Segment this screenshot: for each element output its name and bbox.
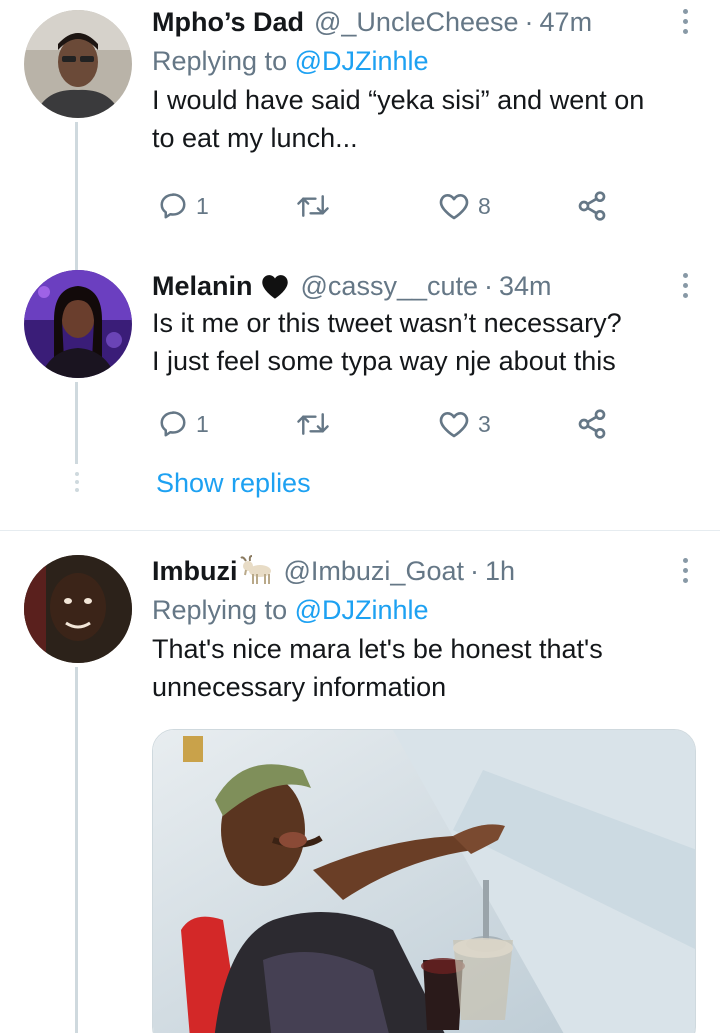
share-icon	[576, 408, 608, 440]
share-button[interactable]	[576, 186, 608, 226]
mention-link[interactable]: @DJZinhle	[295, 595, 429, 625]
tweet-header: Imbuzi @Imbuzi_Goat · 1h	[152, 553, 700, 589]
speech-bubble-icon	[158, 191, 188, 221]
thread-line	[75, 260, 78, 270]
tweet-2[interactable]: Melanin @cassy__cute · 34m Is it me or t…	[0, 260, 720, 530]
thread-dots	[74, 472, 79, 496]
separator: ·	[484, 271, 494, 301]
goat-icon	[239, 555, 274, 587]
thread-line	[75, 382, 78, 464]
display-name[interactable]: Melanin	[152, 268, 253, 304]
user-handle[interactable]: @_UncleCheese	[314, 4, 519, 40]
retweet-icon	[296, 191, 330, 221]
display-name[interactable]: Mpho’s Dad	[152, 4, 304, 40]
like-button[interactable]: 8	[438, 186, 491, 226]
separator: ·	[524, 7, 534, 37]
tweet-media-image[interactable]	[152, 729, 696, 1033]
tweet-text: I would have said “yeka sisi” and went o…	[152, 81, 700, 157]
tweet-text: That's nice mara let's be honest that's …	[152, 630, 700, 706]
more-vertical-icon[interactable]	[670, 4, 700, 38]
retweet-button[interactable]	[296, 404, 338, 444]
tweet-text-line: Is it me or this tweet wasn’t necessary?	[152, 308, 622, 338]
reply-button[interactable]: 1	[158, 186, 209, 226]
heart-icon	[438, 409, 470, 439]
tweet-header: Mpho’s Dad @_UncleCheese · 47m	[152, 4, 700, 40]
thread-line	[75, 667, 78, 1033]
reply-count: 1	[196, 192, 209, 219]
replying-prefix: Replying to	[152, 595, 295, 625]
user-handle[interactable]: @cassy__cute	[301, 268, 479, 304]
tweet-text-line: I just feel some typa way nje about this	[152, 346, 616, 376]
replying-to: Replying to @DJZinhle	[152, 592, 700, 628]
tweet-1[interactable]: Mpho’s Dad @_UncleCheese · 47m Replying …	[0, 0, 720, 260]
retweet-button[interactable]	[296, 186, 338, 226]
avatar[interactable]	[24, 555, 132, 663]
thread-line	[75, 122, 78, 260]
tweet-header: Melanin @cassy__cute · 34m	[152, 268, 700, 304]
timestamp[interactable]: 34m	[499, 268, 552, 304]
tweet-actions: 1 8	[152, 186, 622, 226]
timestamp[interactable]: 47m	[540, 4, 593, 40]
replying-prefix: Replying to	[152, 46, 295, 76]
speech-bubble-icon	[158, 409, 188, 439]
tweet-text-line: That's nice mara let's be honest that's	[152, 634, 603, 664]
display-name[interactable]: Imbuzi	[152, 553, 238, 589]
tweet-actions: 1 3	[152, 404, 622, 444]
share-button[interactable]	[576, 404, 608, 444]
more-vertical-icon[interactable]	[670, 553, 700, 587]
tweet-text-line: to eat my lunch...	[152, 123, 358, 153]
user-handle[interactable]: @Imbuzi_Goat	[284, 553, 464, 589]
heart-icon	[438, 191, 470, 221]
replying-to: Replying to @DJZinhle	[152, 43, 700, 79]
more-vertical-icon[interactable]	[670, 268, 700, 302]
mention-link[interactable]: @DJZinhle	[295, 46, 429, 76]
avatar[interactable]	[24, 10, 132, 118]
retweet-icon	[296, 409, 330, 439]
separator: ·	[469, 556, 479, 586]
reply-button[interactable]: 1	[158, 404, 209, 444]
like-count: 3	[478, 410, 491, 437]
reply-count: 1	[196, 410, 209, 437]
like-button[interactable]: 3	[438, 404, 491, 444]
black-heart-icon	[259, 272, 291, 300]
share-icon	[576, 190, 608, 222]
avatar[interactable]	[24, 270, 132, 378]
tweet-text-line: unnecessary information	[152, 672, 447, 702]
tweet-text-line: I would have said “yeka sisi” and went o…	[152, 85, 645, 115]
show-replies-link[interactable]: Show replies	[156, 468, 311, 499]
timestamp[interactable]: 1h	[485, 553, 515, 589]
tweet-text: Is it me or this tweet wasn’t necessary?…	[152, 304, 700, 380]
like-count: 8	[478, 192, 491, 219]
